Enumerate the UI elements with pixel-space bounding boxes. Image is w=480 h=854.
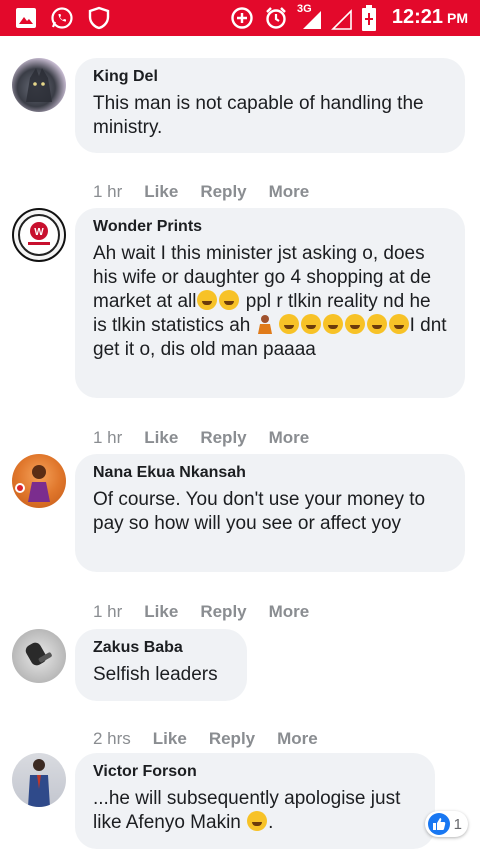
comment-text: This man is not capable of handling the … bbox=[93, 93, 429, 138]
clock-time: 12:21 bbox=[391, 6, 443, 28]
comment-actions: 2 hrs Like Reply More bbox=[93, 729, 340, 749]
reply-button[interactable]: Reply bbox=[200, 602, 246, 622]
clock: 12:21 PM bbox=[392, 6, 468, 29]
avatar[interactable] bbox=[12, 454, 66, 508]
comment-text: Selfish leaders bbox=[93, 664, 218, 685]
comment-author[interactable]: Zakus Baba bbox=[93, 637, 229, 659]
comment-time[interactable]: 1 hr bbox=[93, 182, 122, 202]
reply-button[interactable]: Reply bbox=[209, 729, 255, 749]
comment-author[interactable]: Wonder Prints bbox=[93, 216, 447, 238]
comment-bubble: King Del This man is not capable of hand… bbox=[75, 58, 465, 153]
thinking-emoji-icon bbox=[197, 290, 218, 310]
comments-feed[interactable]: King Del This man is not capable of hand… bbox=[0, 36, 480, 854]
comment-item: Victor Forson ...he will subsequently ap… bbox=[0, 753, 480, 853]
signal-icon bbox=[300, 8, 324, 32]
smirk-emoji-icon bbox=[247, 811, 268, 831]
reaction-count-badge[interactable]: 1 bbox=[424, 811, 468, 837]
like-button[interactable]: Like bbox=[144, 182, 178, 202]
comment-text: Ah wait I this minister jst asking o, do… bbox=[93, 242, 447, 362]
comment-time[interactable]: 1 hr bbox=[93, 602, 122, 622]
reply-button[interactable]: Reply bbox=[200, 428, 246, 448]
grinning-emoji-icon bbox=[322, 314, 343, 334]
battery-charging-icon bbox=[361, 4, 377, 32]
comment-text: Of course. You don't use your money to p… bbox=[93, 489, 431, 534]
avatar[interactable] bbox=[12, 629, 66, 683]
gallery-icon bbox=[14, 6, 38, 30]
comment-text: ...he will subsequently apologise just l… bbox=[93, 788, 406, 833]
comment-author[interactable]: Nana Ekua Nkansah bbox=[93, 462, 447, 484]
grinning-emoji-icon bbox=[344, 314, 365, 334]
reaction-count: 1 bbox=[453, 815, 462, 833]
status-bar: 3G 12:21 PM bbox=[0, 0, 480, 36]
comment-bubble: Victor Forson ...he will subsequently ap… bbox=[75, 753, 435, 849]
like-button[interactable]: Like bbox=[144, 428, 178, 448]
more-button[interactable]: More bbox=[269, 602, 310, 622]
like-button[interactable]: Like bbox=[153, 729, 187, 749]
comment-item: W Wonder Prints Ah wait I this minister … bbox=[0, 208, 480, 448]
add-circle-icon bbox=[230, 6, 254, 30]
comment-bubble: Nana Ekua Nkansah Of course. You don't u… bbox=[75, 454, 465, 572]
comment-item: Nana Ekua Nkansah Of course. You don't u… bbox=[0, 454, 480, 624]
rofl-emoji-icon bbox=[366, 314, 387, 334]
more-button[interactable]: More bbox=[269, 182, 310, 202]
comment-time[interactable]: 1 hr bbox=[93, 428, 122, 448]
svg-text:W: W bbox=[34, 227, 44, 238]
more-button[interactable]: More bbox=[269, 428, 310, 448]
like-reaction-icon bbox=[427, 813, 450, 835]
signal-empty-icon bbox=[330, 8, 354, 32]
alarm-icon bbox=[264, 6, 288, 30]
like-button[interactable]: Like bbox=[144, 602, 178, 622]
thinking-emoji-icon bbox=[219, 290, 240, 310]
comment-author[interactable]: Victor Forson bbox=[93, 761, 417, 783]
grinning-emoji-icon bbox=[300, 314, 321, 334]
comment-bubble: Wonder Prints Ah wait I this minister js… bbox=[75, 208, 465, 398]
avatar[interactable]: W bbox=[12, 208, 66, 262]
grinning-emoji-icon bbox=[278, 314, 299, 334]
whatsapp-icon bbox=[50, 6, 74, 30]
reply-button[interactable]: Reply bbox=[200, 182, 246, 202]
shield-icon bbox=[87, 6, 111, 30]
avatar[interactable] bbox=[12, 753, 66, 807]
comment-item: Zakus Baba Selfish leaders 2 hrs Like Re… bbox=[0, 629, 480, 749]
more-button[interactable]: More bbox=[277, 729, 318, 749]
comment-author[interactable]: King Del bbox=[93, 66, 447, 88]
comment-time[interactable]: 2 hrs bbox=[93, 729, 131, 749]
comment-bubble: Zakus Baba Selfish leaders bbox=[75, 629, 247, 701]
person-shrug-emoji-icon bbox=[256, 314, 274, 334]
comment-actions: 1 hr Like Reply More bbox=[93, 182, 331, 202]
avatar[interactable] bbox=[12, 58, 66, 112]
rofl-emoji-icon bbox=[388, 314, 409, 334]
clock-ampm: PM bbox=[447, 10, 468, 26]
comment-actions: 1 hr Like Reply More bbox=[93, 602, 331, 622]
comment-actions: 1 hr Like Reply More bbox=[93, 428, 331, 448]
comment-item: King Del This man is not capable of hand… bbox=[0, 58, 480, 201]
